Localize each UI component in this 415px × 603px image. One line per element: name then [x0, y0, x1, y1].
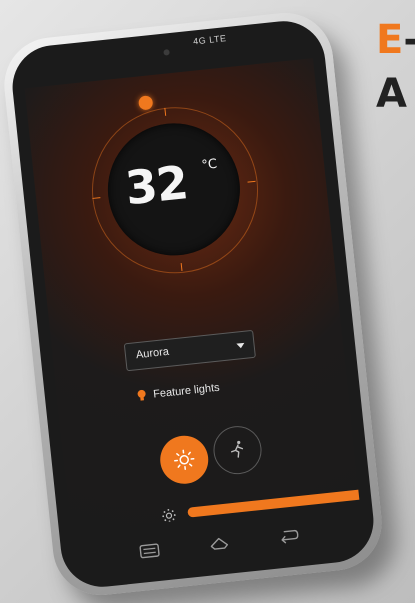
phone-bezel: 4G LTE 32 °C Aurora Feature lights [8, 17, 378, 591]
phone-device: 4G LTE 32 °C Aurora Feature lights [0, 8, 387, 600]
network-status: 4G LTE [192, 33, 227, 47]
temperature-unit: °C [200, 156, 218, 174]
temperature-value: 32 [122, 155, 191, 216]
sun-dim-icon [161, 508, 177, 528]
recent-apps-icon[interactable] [139, 543, 161, 564]
chevron-down-icon [236, 342, 245, 349]
feature-lights-label: Feature lights [152, 381, 221, 401]
camera-icon [163, 49, 170, 56]
app-screen: 32 °C Aurora Feature lights [24, 58, 360, 532]
temperature-knob[interactable] [138, 95, 154, 111]
running-person-icon [230, 440, 244, 458]
back-icon[interactable] [278, 528, 300, 549]
mode-dropdown-value: Aurora [135, 345, 170, 362]
headline-line-2: A [376, 71, 407, 117]
motion-mode-button[interactable] [211, 423, 264, 477]
lightbulb-icon [137, 389, 147, 402]
feature-lights[interactable]: Feature lights [137, 382, 220, 403]
brightness-mode-button[interactable] [157, 433, 211, 487]
headline-rest: - [403, 17, 415, 63]
sun-icon [174, 449, 195, 470]
headline: E- [376, 16, 415, 64]
headline-accent-letter: E [376, 17, 404, 63]
mode-dropdown[interactable]: Aurora [123, 329, 256, 372]
home-icon[interactable] [209, 536, 231, 557]
